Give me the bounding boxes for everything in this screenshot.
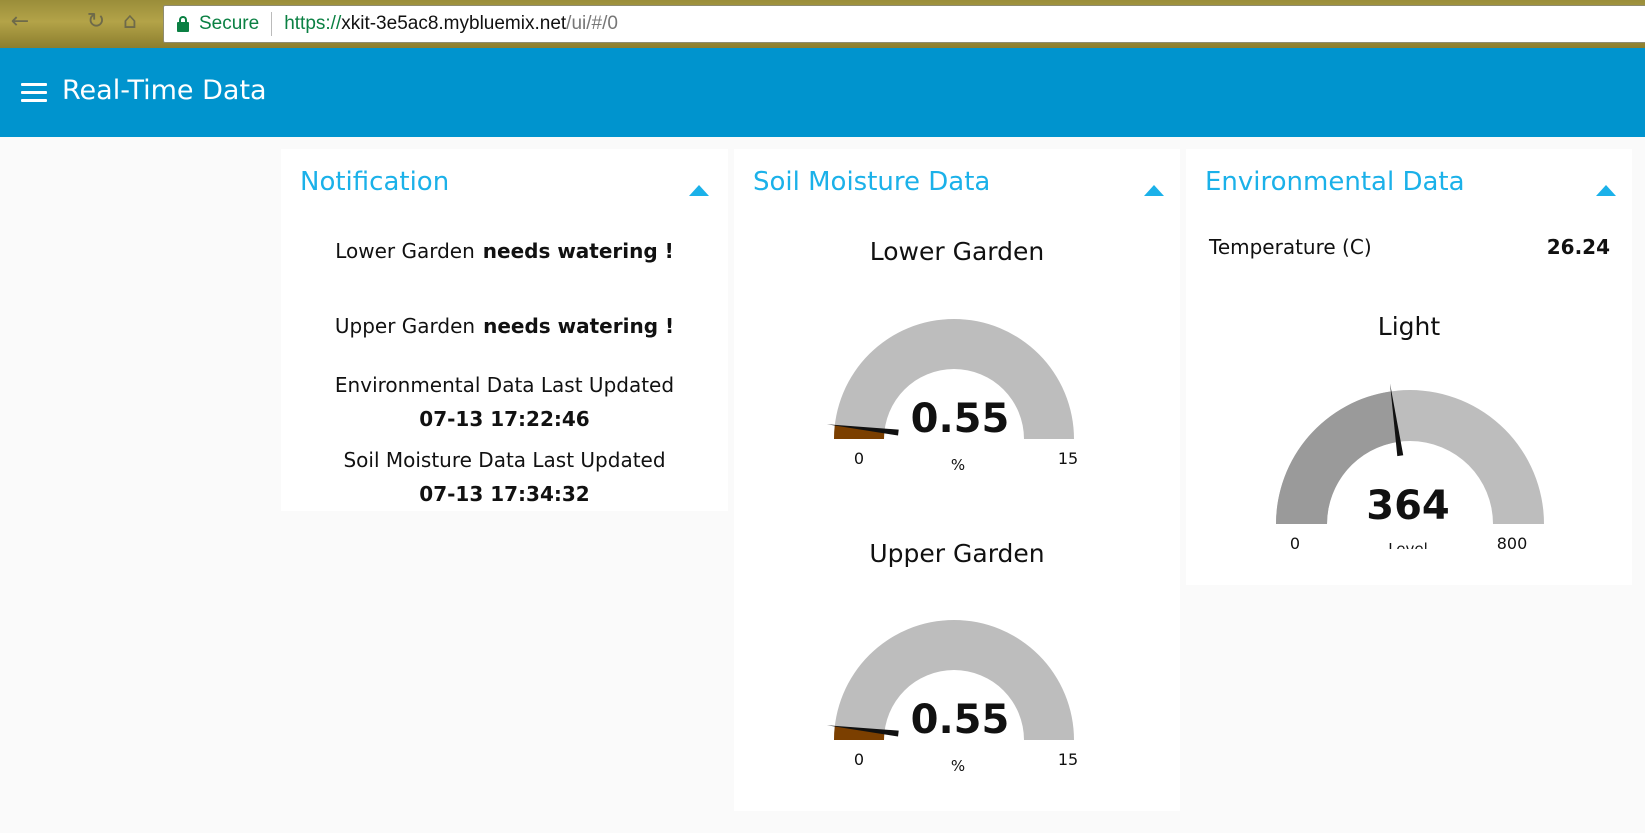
- collapse-caret-icon[interactable]: [1596, 185, 1616, 196]
- upper-garden-gauge: 0.55 0 % 15: [814, 600, 1094, 775]
- temperature-row: Temperature (C) 26.24: [1209, 235, 1610, 259]
- lower-garden-gauge-title: Lower Garden: [869, 237, 1045, 266]
- url-path: /ui/#/0: [566, 13, 618, 34]
- lower-garden-gauge: 0.55 0 % 15: [814, 299, 1094, 474]
- environmental-card: Environmental Data Temperature (C) 26.24…: [1186, 149, 1632, 585]
- collapse-caret-icon[interactable]: [689, 185, 709, 196]
- collapse-caret-icon[interactable]: [1144, 185, 1164, 196]
- page-title: Real-Time Data: [62, 75, 267, 106]
- hamburger-menu-icon[interactable]: [21, 83, 47, 103]
- gauge-max: 800: [1497, 534, 1528, 549]
- gauge-unit: Level: [1388, 540, 1428, 549]
- address-bar[interactable]: Secure https://xkit-3e5ac8.mybluemix.net…: [163, 5, 1645, 43]
- soil-updated-value: 07-13 17:34:32: [419, 482, 590, 506]
- url-text[interactable]: https://xkit-3e5ac8.mybluemix.net/ui/#/0: [284, 13, 618, 35]
- gauge-max: 15: [1058, 750, 1078, 769]
- lower-garden-status: needs watering !: [482, 239, 674, 263]
- upper-garden-notice: Upper Garden needs watering !: [281, 314, 728, 338]
- gauge-min: 0: [1290, 534, 1300, 549]
- gauge-value: 364: [1366, 483, 1450, 529]
- browser-toolbar: ← ↻ ⌂ Secure https://xkit-3e5ac8.mybluem…: [0, 0, 1645, 48]
- upper-garden-gauge-title: Upper Garden: [869, 539, 1045, 568]
- environmental-title: Environmental Data: [1205, 167, 1465, 197]
- temperature-label: Temperature (C): [1209, 235, 1372, 259]
- lower-garden-notice: Lower Garden needs watering !: [281, 239, 728, 263]
- light-gauge-title: Light: [1377, 312, 1441, 341]
- lock-icon: [176, 16, 190, 32]
- gauge-value: 0.55: [911, 697, 1010, 743]
- back-arrow-icon[interactable]: ←: [6, 8, 34, 36]
- light-gauge: 364 0 Level 800: [1269, 374, 1549, 558]
- lower-garden-name: Lower Garden: [335, 239, 475, 263]
- upper-garden-name: Upper Garden: [334, 314, 476, 338]
- url-host: xkit-3e5ac8.mybluemix.net: [341, 13, 567, 34]
- env-updated-value: 07-13 17:22:46: [419, 407, 590, 431]
- notification-title: Notification: [300, 167, 450, 197]
- soil-moisture-card: Soil Moisture Data Lower Garden 0.55 0 %…: [734, 149, 1180, 811]
- home-icon[interactable]: ⌂: [116, 8, 144, 36]
- env-updated-label: Environmental Data Last Updated: [334, 373, 675, 397]
- temperature-value: 26.24: [1546, 235, 1610, 259]
- address-divider: [271, 12, 273, 36]
- secure-label: Secure: [199, 13, 260, 34]
- upper-garden-status: needs watering !: [483, 314, 675, 338]
- gauge-unit: %: [951, 757, 965, 775]
- notification-card: Notification Lower Garden needs watering …: [281, 149, 728, 511]
- url-scheme: https://: [284, 13, 342, 34]
- soil-moisture-title: Soil Moisture Data: [753, 167, 991, 197]
- gauge-min: 0: [854, 750, 864, 769]
- soil-updated-label: Soil Moisture Data Last Updated: [343, 448, 666, 472]
- reload-icon[interactable]: ↻: [82, 8, 110, 36]
- gauge-unit: %: [951, 456, 965, 474]
- app-header: Real-Time Data: [0, 48, 1645, 137]
- gauge-min: 0: [854, 449, 864, 468]
- gauge-max: 15: [1058, 449, 1078, 468]
- gauge-value: 0.55: [911, 396, 1010, 442]
